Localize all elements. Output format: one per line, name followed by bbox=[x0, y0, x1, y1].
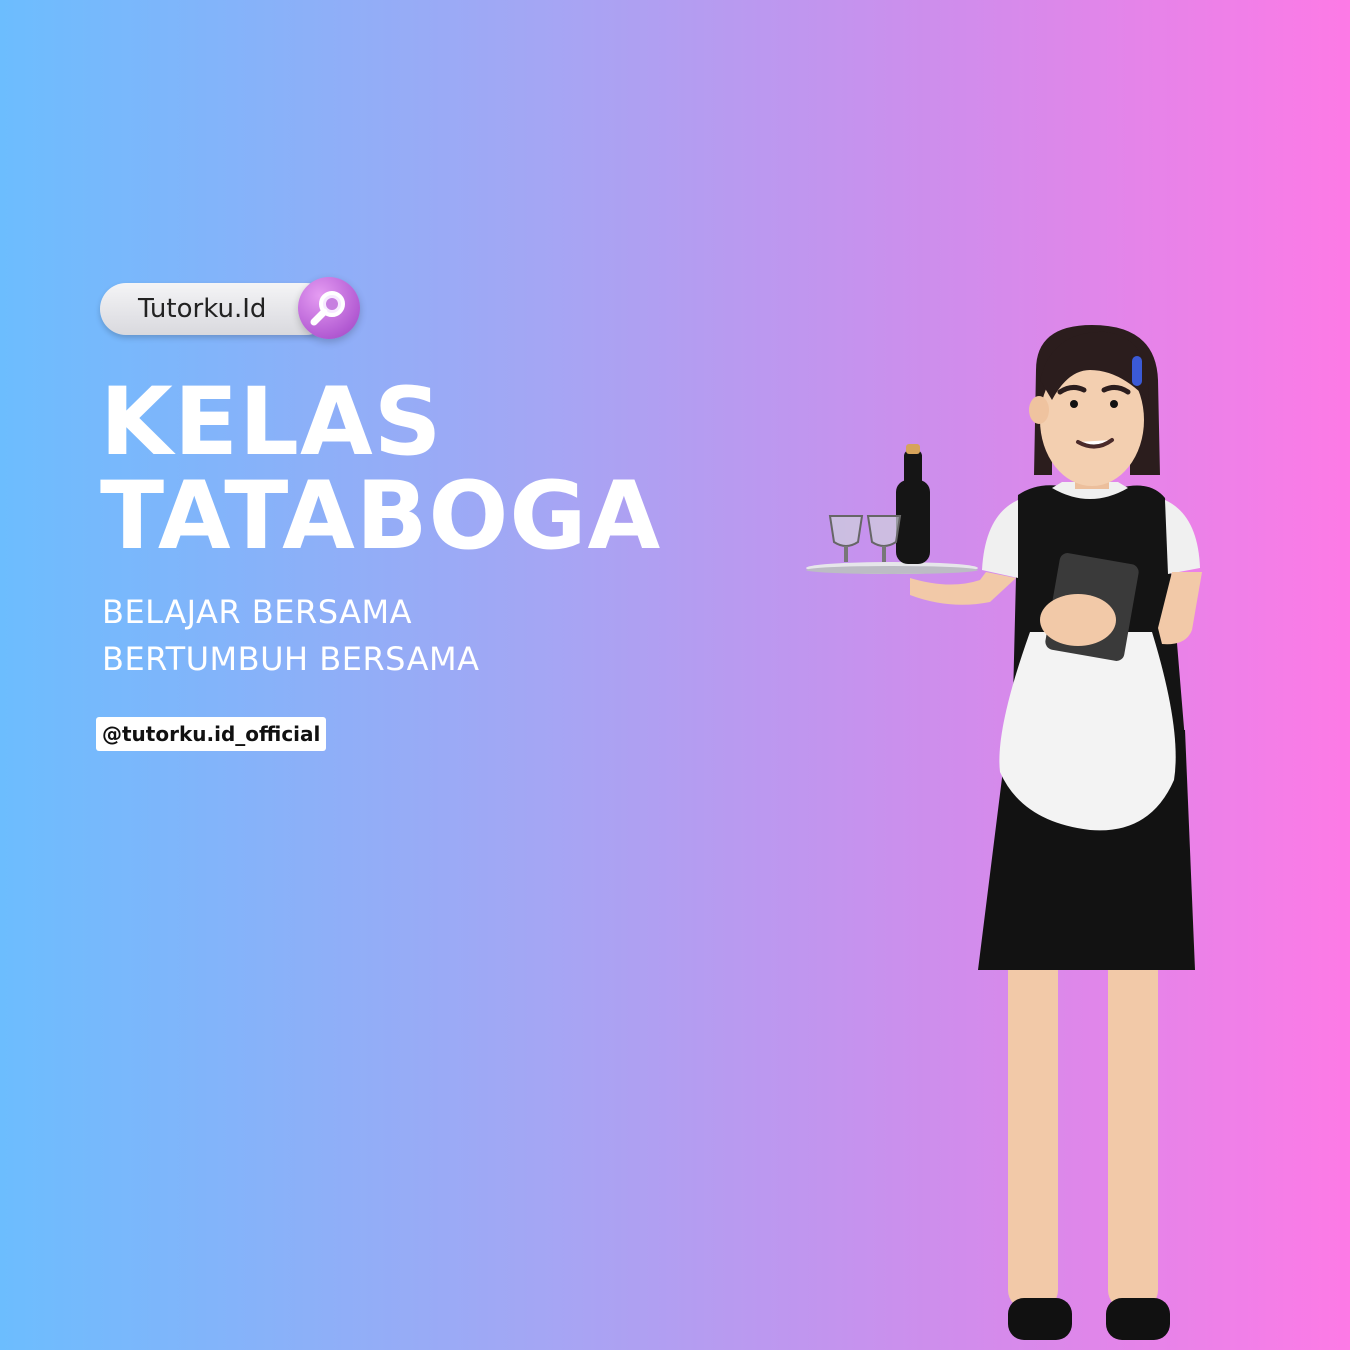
right-leg bbox=[1108, 950, 1158, 1310]
hair-clip bbox=[1132, 356, 1142, 386]
tray-rim bbox=[806, 566, 978, 574]
search-button bbox=[298, 277, 360, 339]
bottle-neck bbox=[904, 450, 922, 490]
social-handle: @tutorku.id_official bbox=[96, 717, 327, 751]
bottle-cap bbox=[906, 444, 920, 454]
waitress-illustration bbox=[806, 325, 1202, 1340]
tagline-line-1: BELAJAR BERSAMA bbox=[102, 593, 412, 631]
left-shoe bbox=[1008, 1298, 1072, 1340]
glass-stem bbox=[882, 546, 886, 562]
ear bbox=[1029, 396, 1049, 424]
glass-stem bbox=[844, 546, 848, 562]
left-arm bbox=[910, 572, 1016, 605]
left-leg bbox=[1008, 950, 1058, 1310]
glass bbox=[828, 515, 864, 547]
right-shoe bbox=[1106, 1298, 1170, 1340]
search-bar-text: Tutorku.Id bbox=[138, 294, 267, 324]
hand bbox=[1040, 594, 1116, 646]
glass bbox=[866, 515, 902, 547]
apron bbox=[999, 632, 1176, 831]
eye bbox=[1070, 400, 1078, 408]
eye bbox=[1110, 400, 1118, 408]
right-sleeve bbox=[1165, 500, 1200, 574]
bottle-body bbox=[896, 480, 930, 564]
headline-line-2: TATABOGA bbox=[100, 462, 662, 571]
magnifier-icon bbox=[310, 291, 345, 326]
tagline-line-2: BERTUMBUH BERSAMA bbox=[102, 640, 480, 678]
left-sleeve bbox=[982, 500, 1018, 578]
headline-line-1: KELAS bbox=[100, 368, 443, 477]
